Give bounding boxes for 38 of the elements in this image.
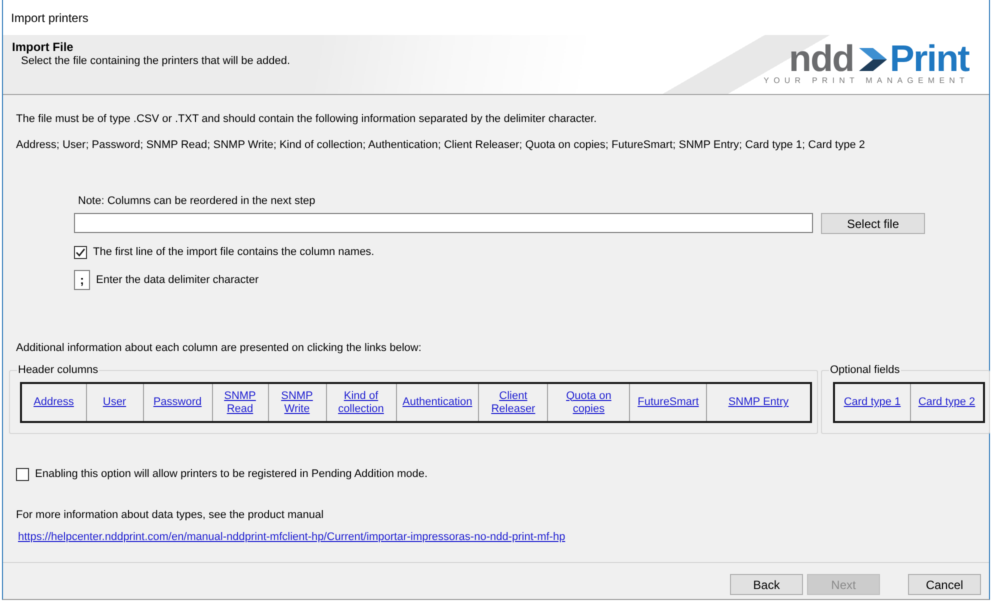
column-link[interactable]: SNMP Write [274, 390, 320, 416]
column-link[interactable]: FutureSmart [638, 396, 699, 409]
column-link[interactable]: Client Releaser [485, 390, 542, 416]
group-label: Optional fields [829, 363, 901, 377]
logo-text: Print [890, 44, 969, 74]
chevron-icon [858, 48, 887, 70]
window-title: Import printers [11, 10, 88, 24]
checkbox-label: Enabling this option will allow printers to be registered in Pending Addition mode. [35, 467, 428, 481]
field-list-text: Address; User; Password; SNMP Read; SNMP Write; Kind of collection; Authentication; Client Releaser; Quota on copies; FutureSmart; SNMP Entry; Card type 1; Card type 2 [16, 138, 866, 152]
column-link[interactable]: SNMP Entry [728, 396, 789, 409]
links-intro-text: Additional information about each column are presented on clicking the links below: [16, 341, 422, 355]
checkmark-icon [75, 246, 86, 258]
column-link[interactable]: Card type 1 [844, 396, 901, 409]
checkbox[interactable] [16, 468, 29, 480]
page-subtitle: Select the file containing the printers that will be added. [20, 54, 290, 68]
logo-tagline: YOUR PRINT MANAGEMENT [764, 76, 969, 86]
delimiter-field[interactable]: ; [74, 270, 90, 290]
column-link[interactable]: SNMP Read [218, 390, 262, 416]
page-title: Import File [12, 40, 74, 54]
delimiter-label: Enter the data delimiter character [96, 274, 259, 286]
column-link[interactable]: Authentication [402, 396, 472, 409]
column-link[interactable]: Password [153, 396, 202, 409]
logo-text: ndd [788, 44, 854, 74]
wizard-button[interactable]: Back [730, 574, 803, 595]
select-file-button[interactable]: Select file [821, 213, 925, 234]
column-link[interactable]: User [102, 396, 126, 409]
column-link[interactable]: Address [34, 396, 74, 409]
column-link[interactable]: Card type 2 [918, 396, 976, 409]
file-type-text: The file must be of type .CSV or .TXT and should contain the following information separated by the delimiter character. [16, 112, 597, 126]
column-link[interactable]: Quota on copies [554, 390, 624, 416]
manual-info-text: For more information about data types, see the product manual [16, 508, 324, 522]
checkbox[interactable] [74, 246, 87, 258]
file-path-field[interactable] [74, 213, 813, 233]
wizard-button[interactable]: Cancel [908, 574, 981, 595]
checkbox-label: The first line of the import file contains the column names. [93, 245, 374, 259]
column-link[interactable]: Kind of collection [332, 390, 390, 416]
note-text: Note: Columns can be reordered in the next step [78, 194, 316, 208]
manual-link[interactable]: https://helpcenter.nddprint.com/en/manual-nddprint-mfclient-hp/Current/importar-impressoras-no-ndd-print-mf-hp [18, 530, 566, 544]
